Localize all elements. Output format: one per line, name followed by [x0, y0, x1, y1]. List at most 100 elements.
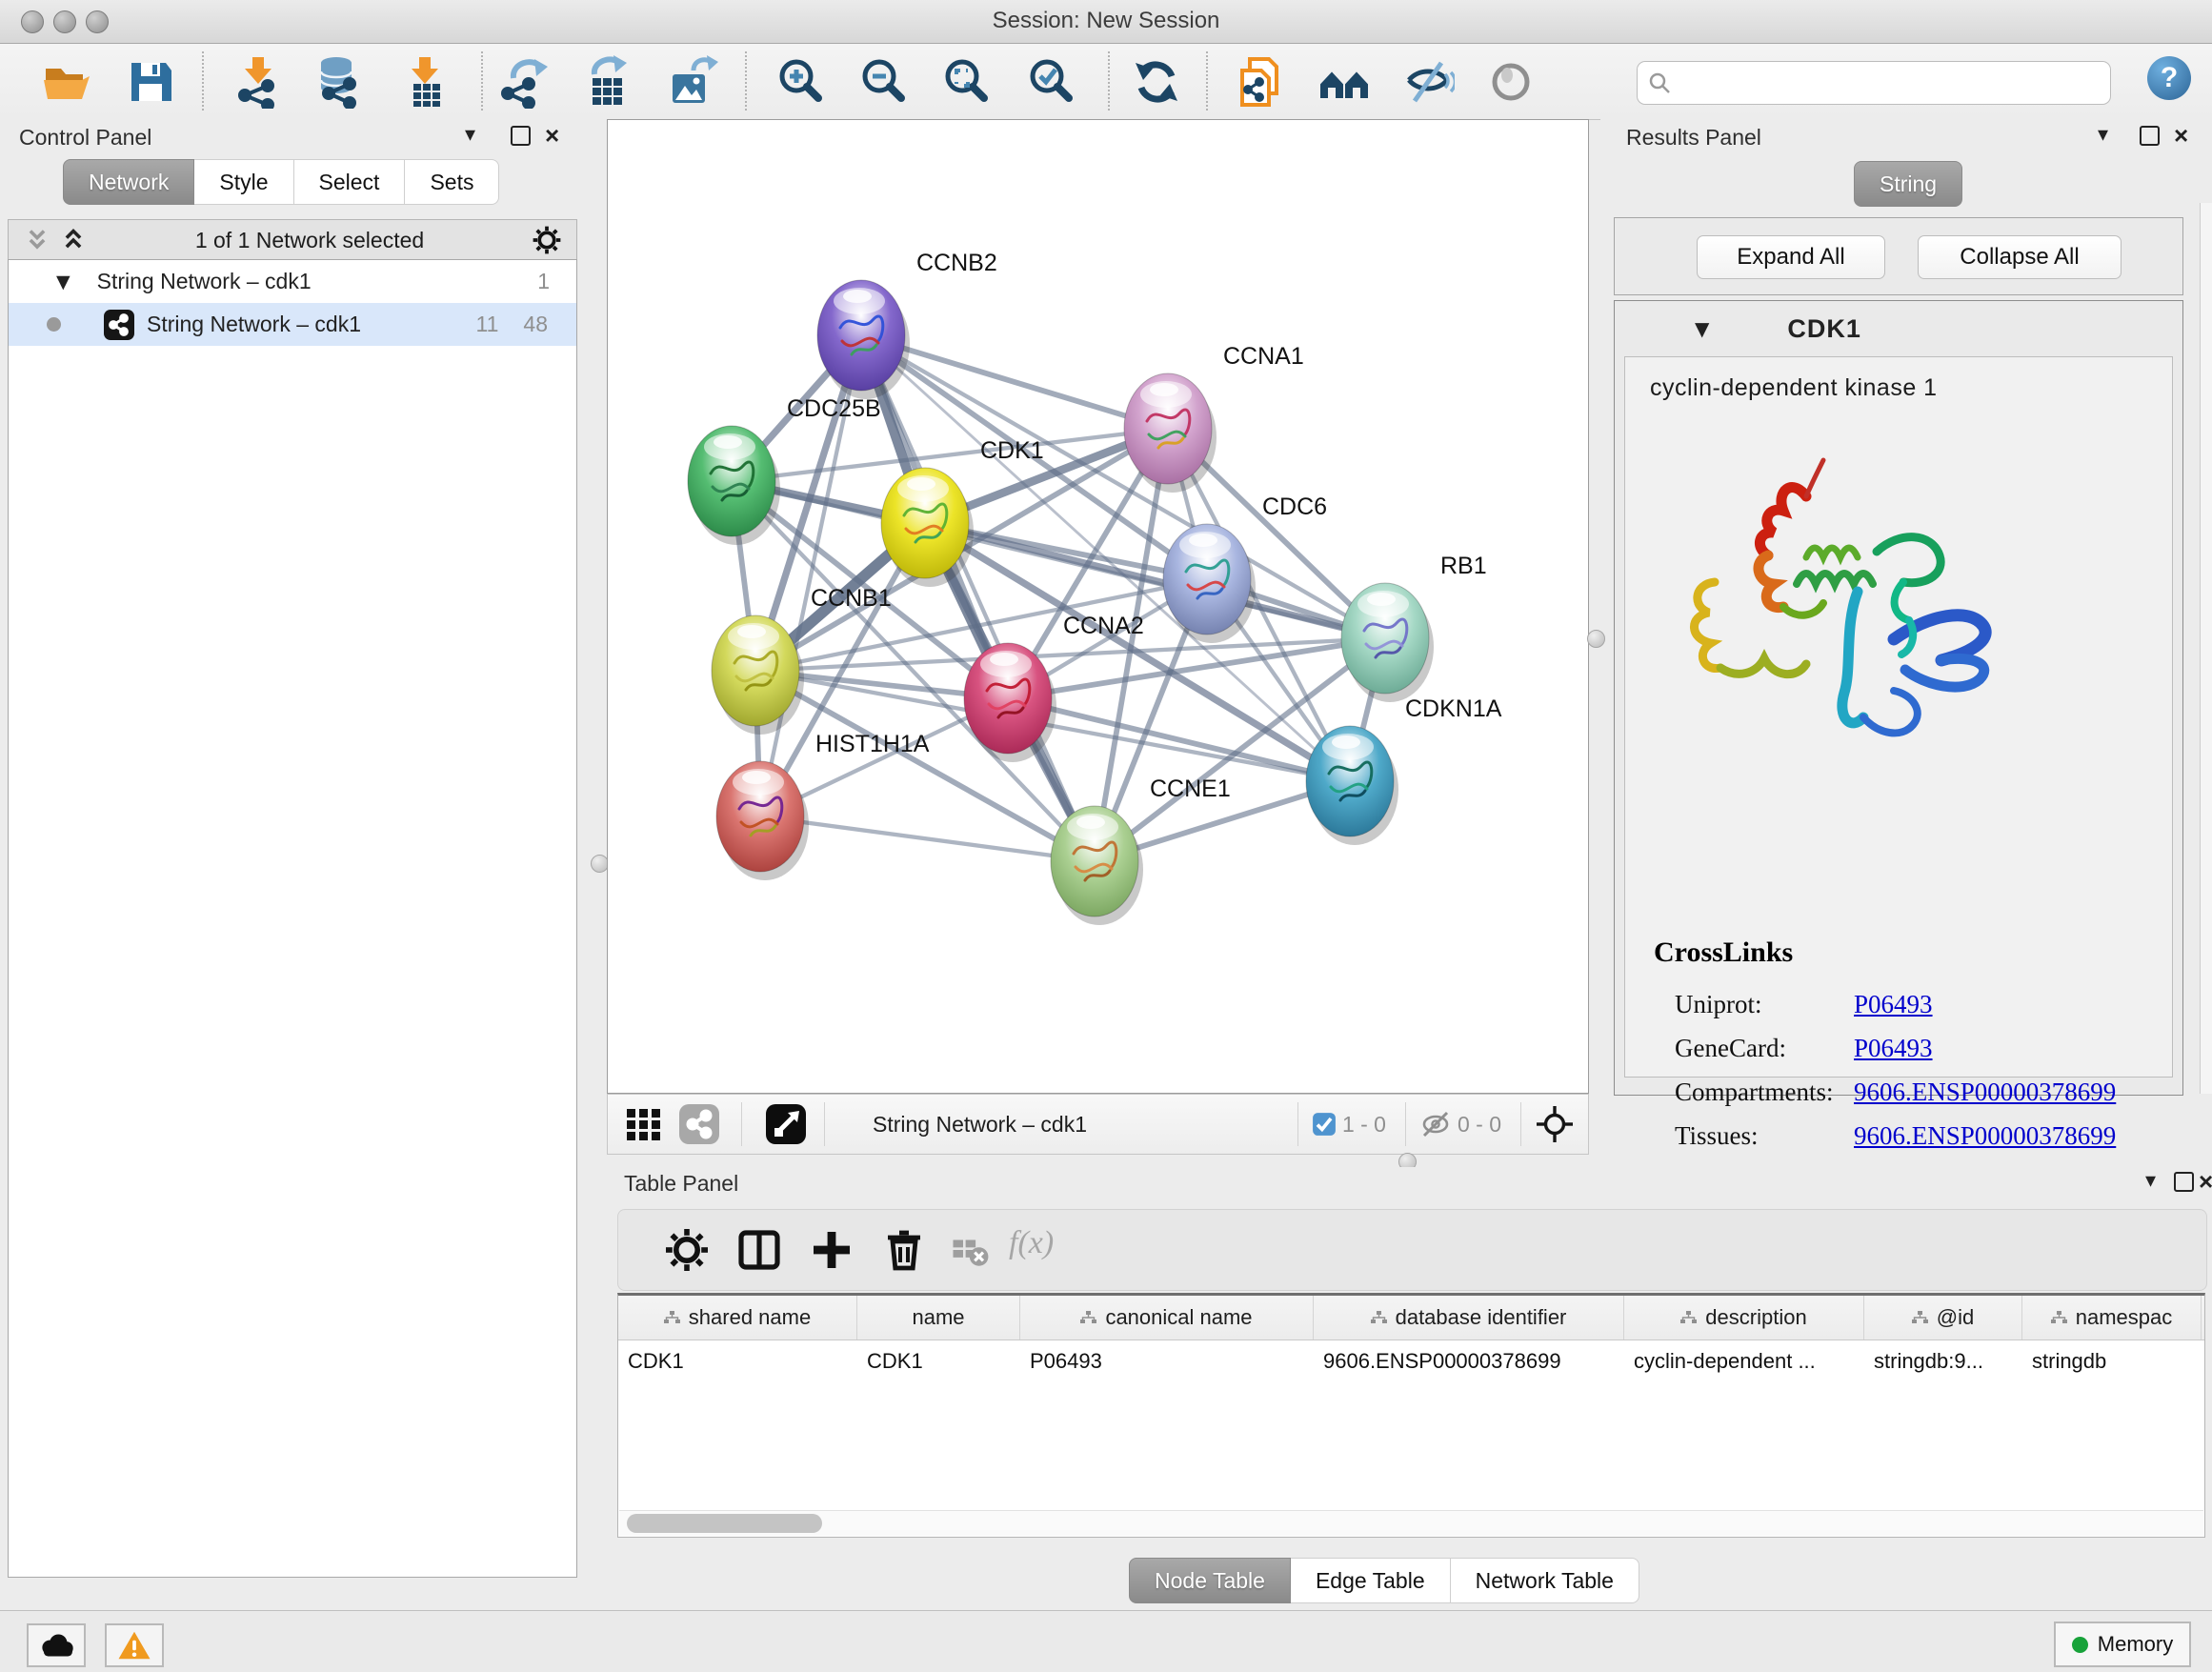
import-table-from-file-icon[interactable]: [398, 55, 452, 109]
show-columns-icon[interactable]: [736, 1227, 782, 1273]
warnings-button[interactable]: [105, 1623, 164, 1667]
network-row[interactable]: String Network – cdk1 11 48: [9, 303, 576, 346]
network-canvas[interactable]: CCNB2CCNA1CDC25BCDK1CDC6RB1CCNB1CCNA2CDK…: [607, 119, 1589, 1094]
table-tabs: Node Table Edge Table Network Table: [1129, 1558, 1639, 1603]
save-session-icon[interactable]: [124, 55, 177, 109]
node-RB1[interactable]: [1341, 583, 1434, 702]
new-network-from-selection-icon[interactable]: [1235, 55, 1288, 109]
cell-shared-name[interactable]: CDK1: [618, 1340, 857, 1382]
column-header--id[interactable]: @id: [1864, 1296, 2022, 1340]
tab-network[interactable]: Network: [63, 159, 194, 205]
zoom-fit-content-icon[interactable]: [939, 55, 993, 109]
node-CCNE1[interactable]: [1051, 806, 1143, 925]
selected-checkbox-icon[interactable]: [1312, 1112, 1337, 1137]
collapse-all-chevrons-icon[interactable]: [24, 228, 50, 252]
cell-database-identifier[interactable]: 9606.ENSP00000378699: [1314, 1340, 1624, 1382]
control-panel-close-icon[interactable]: ×: [545, 121, 559, 151]
node-CCNA2[interactable]: [964, 643, 1056, 762]
column-header-name[interactable]: name: [857, 1296, 1020, 1340]
section-collapse-arrow-icon[interactable]: ▼: [1695, 317, 1709, 340]
control-panel-float-icon[interactable]: [511, 126, 531, 151]
search-field[interactable]: [1637, 61, 2111, 105]
tab-network-table[interactable]: Network Table: [1451, 1558, 1639, 1603]
table-hscrollbar-thumb[interactable]: [627, 1514, 822, 1533]
table-panel-title: Table Panel: [624, 1171, 738, 1197]
results-panel-float-icon[interactable]: [2140, 126, 2160, 151]
tab-edge-table[interactable]: Edge Table: [1291, 1558, 1451, 1603]
cloud-status-button[interactable]: [27, 1623, 86, 1667]
expand-all-chevrons-icon[interactable]: [60, 228, 87, 252]
cell-name[interactable]: CDK1: [857, 1340, 1020, 1382]
tab-node-table[interactable]: Node Table: [1129, 1558, 1291, 1603]
node-HIST1H1A[interactable]: [716, 761, 809, 880]
tab-sets[interactable]: Sets: [405, 159, 499, 205]
gear-icon[interactable]: [533, 226, 561, 254]
table-panel-menu-icon[interactable]: ▾: [2145, 1169, 2156, 1193]
zoom-selected-icon[interactable]: [1024, 55, 1077, 109]
help-button[interactable]: ?: [2147, 56, 2191, 100]
node-CCNB2[interactable]: [817, 280, 910, 399]
gene-section-header[interactable]: ▼ CDK1: [1615, 301, 2182, 356]
table-panel-close-icon[interactable]: ×: [2199, 1167, 2212, 1197]
table-row[interactable]: CDK1CDK1P064939606.ENSP00000378699cyclin…: [618, 1340, 2204, 1382]
network-graph[interactable]: CCNB2CCNA1CDC25BCDK1CDC6RB1CCNB1CCNA2CDK…: [608, 120, 1588, 1093]
network-view-share-icon[interactable]: [678, 1103, 720, 1145]
crosslink-compartments[interactable]: 9606.ENSP00000378699: [1854, 1078, 2116, 1107]
panel-divider-vertical[interactable]: [591, 119, 607, 1156]
column-header-namespac[interactable]: namespac: [2022, 1296, 2202, 1340]
table-settings-gear-icon[interactable]: [664, 1227, 710, 1273]
column-header-database-identifier[interactable]: database identifier: [1314, 1296, 1624, 1340]
results-scrollbar[interactable]: [2200, 203, 2212, 1094]
zoom-out-icon[interactable]: [856, 55, 910, 109]
cell-description[interactable]: cyclin-dependent ...: [1624, 1340, 1864, 1382]
divider-knob[interactable]: [1587, 630, 1605, 648]
collapse-all-button[interactable]: Collapse All: [1918, 235, 2122, 279]
search-input[interactable]: [1679, 66, 2102, 100]
column-header-shared-name[interactable]: shared name: [618, 1296, 857, 1340]
delete-table-icon[interactable]: [950, 1227, 990, 1273]
import-network-from-database-icon[interactable]: [312, 55, 365, 109]
delete-column-trash-icon[interactable]: [881, 1227, 927, 1273]
export-image-icon[interactable]: [665, 55, 718, 109]
show-graphics-details-icon[interactable]: [1484, 55, 1538, 109]
zoom-in-icon[interactable]: [774, 55, 827, 109]
cell-canonical-name[interactable]: P06493: [1020, 1340, 1314, 1382]
panel-divider-horizontal[interactable]: [591, 1156, 2212, 1167]
hidden-eye-slash-icon[interactable]: [1419, 1110, 1452, 1138]
control-panel-menu-icon[interactable]: ▾: [465, 123, 475, 147]
hide-selected-eye-slash-icon[interactable]: [1401, 55, 1455, 109]
birds-eye-view-icon[interactable]: [765, 1103, 807, 1145]
import-network-from-file-icon[interactable]: [231, 55, 285, 109]
column-header-description[interactable]: description: [1624, 1296, 1864, 1340]
network-collection-row[interactable]: ▼ String Network – cdk1 1: [9, 260, 576, 303]
expand-all-button[interactable]: Expand All: [1697, 235, 1885, 279]
grid-view-icon[interactable]: [625, 1105, 663, 1143]
table-panel-float-icon[interactable]: [2174, 1172, 2194, 1198]
memory-button[interactable]: Memory: [2054, 1622, 2191, 1667]
node-CDKN1A[interactable]: [1306, 726, 1398, 845]
results-panel-close-icon[interactable]: ×: [2174, 121, 2188, 151]
export-table-icon[interactable]: [581, 55, 634, 109]
results-panel-menu-icon[interactable]: ▾: [2098, 123, 2108, 147]
show-hide-panels-icon[interactable]: [1317, 55, 1371, 109]
node-CDK1[interactable]: [881, 468, 974, 587]
navigator-crosshair-icon[interactable]: [1535, 1104, 1575, 1144]
tab-style[interactable]: Style: [194, 159, 293, 205]
cell--id[interactable]: stringdb:9...: [1864, 1340, 2022, 1382]
add-column-icon[interactable]: [809, 1227, 855, 1273]
tab-select[interactable]: Select: [294, 159, 406, 205]
cell-namespac[interactable]: stringdb: [2022, 1340, 2202, 1382]
refresh-view-icon[interactable]: [1130, 55, 1183, 109]
export-network-icon[interactable]: [496, 55, 550, 109]
toolbar-separator: [481, 51, 483, 111]
function-builder-icon[interactable]: f(x): [1009, 1225, 1054, 1261]
tab-string[interactable]: String: [1854, 161, 1962, 207]
open-session-icon[interactable]: [40, 55, 93, 109]
table-hscrollbar[interactable]: [619, 1510, 2203, 1536]
crosslink-genecard[interactable]: P06493: [1854, 1034, 1933, 1063]
edge-HIST1H1A-CCNE1[interactable]: [760, 816, 1095, 861]
column-header-canonical-name[interactable]: canonical name: [1020, 1296, 1314, 1340]
crosslink-uniprot[interactable]: P06493: [1854, 990, 1933, 1019]
crosslink-tissues[interactable]: 9606.ENSP00000378699: [1854, 1121, 2116, 1151]
collection-expand-arrow-icon[interactable]: ▼: [56, 272, 70, 292]
